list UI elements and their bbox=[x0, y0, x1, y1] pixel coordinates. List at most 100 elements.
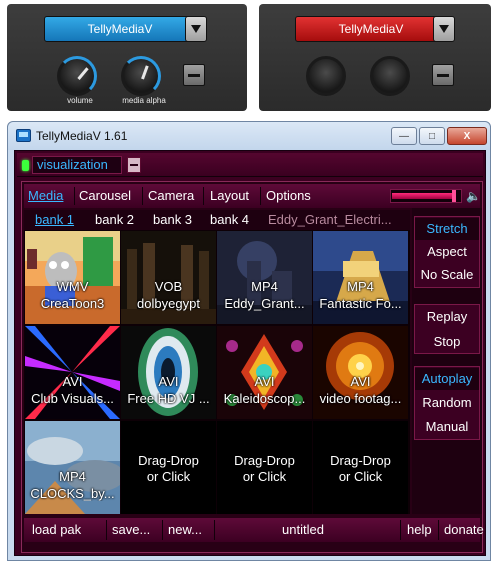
save-button[interactable]: save... bbox=[112, 521, 150, 539]
tab-bank-3[interactable]: bank 3 bbox=[153, 212, 192, 227]
bank-tabs: bank 1 bank 2 bank 3 bank 4 Eddy_Grant_E… bbox=[24, 210, 410, 230]
media-name: CLOCKS_by... bbox=[30, 486, 115, 501]
media-format: WMV bbox=[56, 279, 89, 294]
media-cell[interactable]: AVI Club Visuals... bbox=[25, 326, 120, 419]
autoplay-button[interactable]: Autoplay bbox=[415, 368, 479, 390]
window-title: TellyMediaV 1.61 bbox=[36, 129, 128, 143]
menu-camera[interactable]: Camera bbox=[148, 188, 194, 203]
empty-drop-slot[interactable]: Drag-Drop or Click bbox=[217, 421, 312, 514]
stretch-button[interactable]: Stretch bbox=[415, 218, 479, 240]
knob-inactive[interactable] bbox=[370, 56, 410, 96]
bottom-toolbar: load pak save... new... untitled help do… bbox=[24, 518, 484, 542]
menu-media[interactable]: Media bbox=[28, 188, 63, 203]
media-grid: WMV CreaToon3 VOB dolbyegypt MP4 Eddy_Gr… bbox=[24, 230, 410, 514]
volume-slider-fill bbox=[392, 193, 455, 199]
speaker-icon[interactable]: 🔈 bbox=[466, 188, 481, 204]
divider bbox=[162, 520, 163, 540]
empty-drop-slot[interactable]: Drag-Drop or Click bbox=[121, 421, 216, 514]
maximize-button[interactable]: □ bbox=[419, 127, 445, 145]
media-name: dolbyegypt bbox=[137, 296, 200, 311]
divider bbox=[106, 520, 107, 540]
close-button[interactable]: X bbox=[447, 127, 487, 145]
drop-hint-sub: or Click bbox=[146, 469, 191, 484]
empty-drop-slot[interactable]: Drag-Drop or Click bbox=[313, 421, 408, 514]
media-cell-selected[interactable]: MP4 Eddy_Grant... bbox=[217, 231, 312, 324]
load-pak-button[interactable]: load pak bbox=[32, 521, 81, 539]
media-name: Free HD VJ ... bbox=[127, 391, 210, 406]
random-button[interactable]: Random bbox=[415, 392, 479, 414]
no-scale-button[interactable]: No Scale bbox=[415, 264, 479, 286]
tab-bank-4[interactable]: bank 4 bbox=[210, 212, 249, 227]
divider bbox=[400, 520, 401, 540]
media-name: video footag... bbox=[319, 391, 402, 406]
media-cell[interactable]: VOB dolbyegypt bbox=[121, 231, 216, 324]
plugin-panel-right: TellyMediaV bbox=[259, 4, 491, 111]
collapse-button[interactable] bbox=[127, 157, 141, 173]
divider bbox=[142, 187, 143, 205]
visualization-label[interactable]: visualization bbox=[32, 156, 122, 174]
chevron-down-icon bbox=[439, 25, 449, 33]
tab-bank-2[interactable]: bank 2 bbox=[95, 212, 134, 227]
new-button[interactable]: new... bbox=[168, 521, 202, 539]
media-cell[interactable]: AVI Free HD VJ ... bbox=[121, 326, 216, 419]
menu-carousel[interactable]: Carousel bbox=[79, 188, 131, 203]
media-cell[interactable]: MP4 Fantastic Fo... bbox=[313, 231, 408, 324]
mode-group: Autoplay Random Manual bbox=[414, 366, 480, 440]
tab-bank-current-file[interactable]: Eddy_Grant_Electri... bbox=[268, 212, 392, 227]
playback-group: Replay Stop bbox=[414, 304, 480, 354]
visualization-bar: visualization bbox=[17, 153, 483, 177]
media-cell[interactable]: AVI Kaleidoscop... bbox=[217, 326, 312, 419]
media-format: AVI bbox=[350, 374, 371, 389]
media-format: AVI bbox=[62, 374, 83, 389]
aspect-button[interactable]: Aspect bbox=[415, 241, 479, 263]
volume-slider[interactable] bbox=[390, 189, 462, 203]
chevron-down-icon bbox=[191, 25, 201, 33]
volume-slider-handle[interactable] bbox=[452, 190, 456, 202]
manual-button[interactable]: Manual bbox=[415, 416, 479, 438]
media-name: Fantastic Fo... bbox=[319, 296, 402, 311]
pak-name-label: untitled bbox=[282, 522, 324, 537]
drop-hint: Drag-Drop bbox=[234, 453, 295, 468]
replay-button[interactable]: Replay bbox=[415, 306, 479, 328]
dropdown-arrow-button[interactable] bbox=[185, 16, 207, 42]
plugin-source-dropdown[interactable]: TellyMediaV bbox=[295, 16, 447, 42]
knob-needle bbox=[141, 65, 149, 80]
donate-button[interactable]: donate bbox=[444, 521, 484, 539]
app-client-area: visualization Media Carousel Camera Layo… bbox=[14, 150, 486, 556]
app-window: TellyMediaV 1.61 — □ X visualization Med… bbox=[7, 121, 491, 561]
media-format: MP4 bbox=[347, 279, 374, 294]
drop-hint-sub: or Click bbox=[242, 469, 287, 484]
playback-sidebar: Stretch Aspect No Scale Replay Stop Auto… bbox=[412, 208, 482, 514]
drop-hint-sub: or Click bbox=[338, 469, 383, 484]
remove-plugin-button[interactable] bbox=[432, 64, 454, 86]
media-name: Eddy_Grant... bbox=[224, 296, 305, 311]
dropdown-arrow-button[interactable] bbox=[433, 16, 455, 42]
media-name: Club Visuals... bbox=[31, 391, 114, 406]
menu-options[interactable]: Options bbox=[266, 188, 311, 203]
app-monitor-icon bbox=[16, 129, 31, 142]
dropdown-value: TellyMediaV bbox=[87, 22, 153, 36]
minimize-button[interactable]: — bbox=[391, 127, 417, 145]
divider bbox=[438, 520, 439, 540]
knob-inactive[interactable] bbox=[306, 56, 346, 96]
media-name: Kaleidoscop... bbox=[223, 391, 306, 406]
volume-knob[interactable] bbox=[57, 56, 97, 96]
media-format: VOB bbox=[154, 279, 183, 294]
title-bar[interactable]: TellyMediaV 1.61 — □ X bbox=[8, 122, 490, 150]
media-alpha-knob[interactable] bbox=[121, 56, 161, 96]
media-cell[interactable]: AVI video footag... bbox=[313, 326, 408, 419]
media-panel: Media Carousel Camera Layout Options 🔈 b… bbox=[21, 181, 484, 553]
media-cell[interactable]: MP4 CLOCKS_by... bbox=[25, 421, 120, 514]
remove-plugin-button[interactable] bbox=[183, 64, 205, 86]
divider bbox=[203, 187, 204, 205]
media-cell[interactable]: WMV CreaToon3 bbox=[25, 231, 120, 324]
status-led-icon bbox=[22, 160, 29, 171]
menu-layout[interactable]: Layout bbox=[210, 188, 249, 203]
help-button[interactable]: help bbox=[407, 521, 432, 539]
plugin-source-dropdown[interactable]: TellyMediaV bbox=[44, 16, 196, 42]
menu-bar: Media Carousel Camera Layout Options 🔈 bbox=[24, 184, 481, 208]
media-format: AVI bbox=[254, 374, 275, 389]
volume-label: volume bbox=[67, 96, 93, 105]
stop-button[interactable]: Stop bbox=[415, 331, 479, 353]
tab-bank-1[interactable]: bank 1 bbox=[35, 212, 74, 227]
